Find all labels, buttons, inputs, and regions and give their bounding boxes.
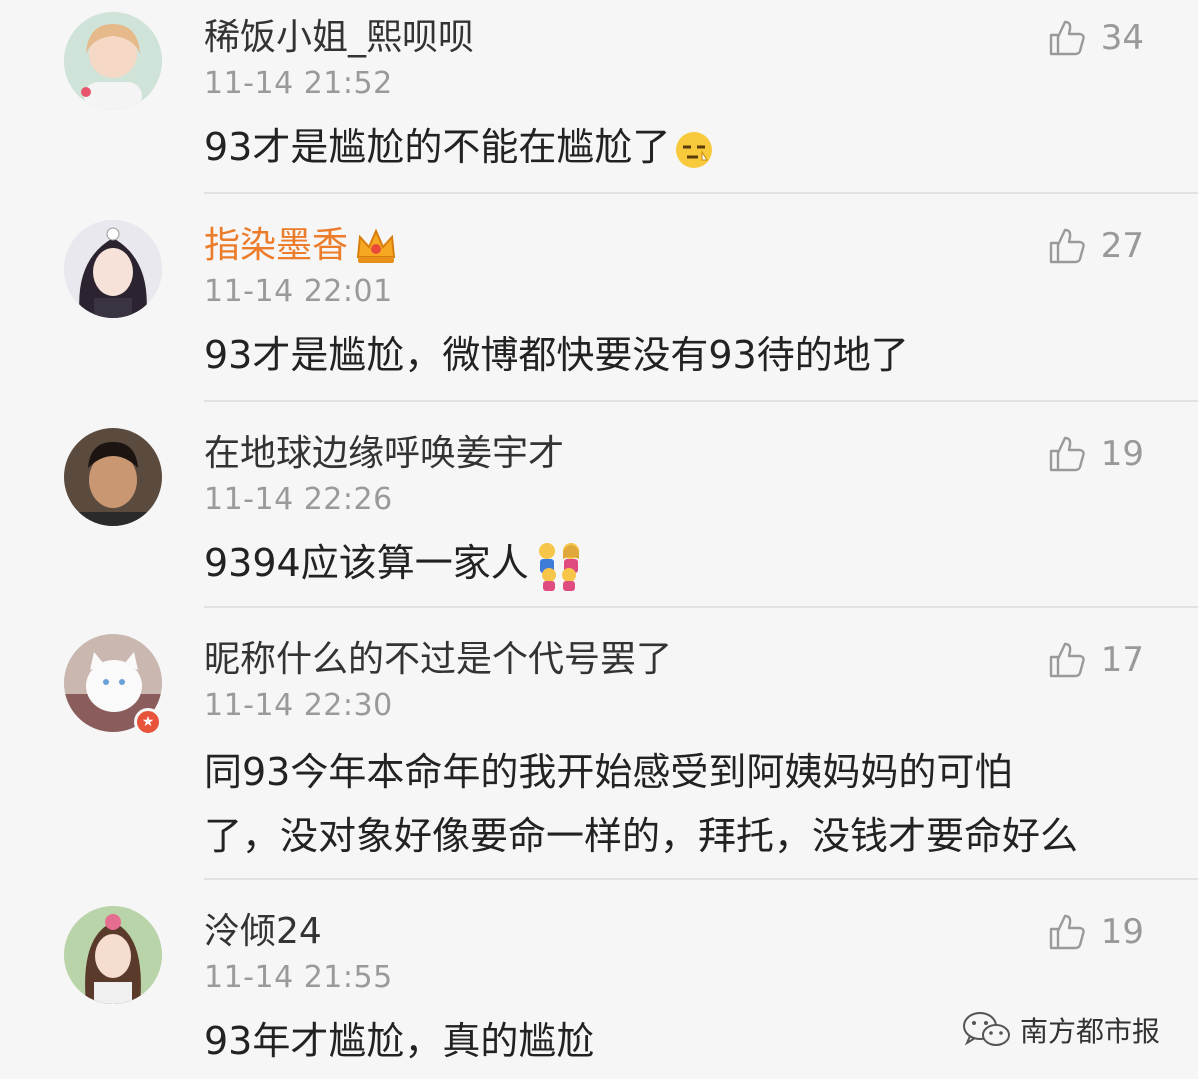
thumbs-up-icon [1049, 436, 1085, 472]
like-button[interactable]: 19 [1047, 434, 1144, 474]
username[interactable]: 在地球边缘呼唤姜宇才 [204, 432, 564, 476]
timestamp: 11-14 21:55 [204, 960, 393, 995]
timestamp: 11-14 21:52 [204, 66, 393, 101]
username[interactable]: 指染墨香 [204, 224, 398, 268]
comment-text: 93才是尴尬的不能在尴尬了 [204, 118, 1164, 176]
verified-badge-icon: ★ [134, 708, 162, 736]
like-button[interactable]: 17 [1047, 640, 1144, 680]
thumbs-up-icon [1049, 20, 1085, 56]
comment-text: 9394应该算一家人 [204, 534, 1164, 592]
avatar[interactable] [64, 428, 162, 526]
comment-text: 93才是尴尬，微博都快要没有93待的地了 [204, 326, 1164, 384]
thumbs-up-icon [1049, 228, 1085, 264]
like-button[interactable]: 27 [1047, 226, 1144, 266]
like-count: 19 [1100, 434, 1144, 474]
like-count: 17 [1100, 640, 1144, 680]
timestamp: 11-14 22:01 [204, 274, 393, 309]
comment-line: 93才是尴尬的不能在尴尬了 [204, 118, 1164, 176]
like-count: 27 [1100, 226, 1144, 266]
username[interactable]: 泠倾24 [204, 910, 322, 954]
watermark: 南方都市报 [962, 1010, 1160, 1050]
sleepy-face-emoji [676, 131, 713, 168]
comment-line: 93才是尴尬，微博都快要没有93待的地了 [204, 333, 909, 377]
like-button[interactable]: 19 [1047, 912, 1144, 952]
comment-line: 了，没对象好像要命一样的，拜托，没钱才要命好么 [204, 814, 1079, 858]
like-count: 19 [1100, 912, 1144, 952]
comment-line: 同93今年本命年的我开始感受到阿姨妈妈的可怕 [204, 750, 1013, 794]
comment-line: 9394应该算一家人 [204, 534, 1164, 592]
timestamp: 11-14 22:30 [204, 688, 393, 723]
family-emoji [538, 542, 579, 591]
thumbs-up-icon [1049, 642, 1085, 678]
crown-icon [356, 228, 396, 263]
wechat-icon [963, 1012, 1010, 1046]
divider [204, 878, 1198, 880]
username[interactable]: 昵称什么的不过是个代号罢了 [204, 638, 672, 682]
thumbs-up-icon [1049, 914, 1085, 950]
username[interactable]: 稀饭小姐_熙呗呗 [204, 16, 474, 60]
divider [204, 606, 1198, 608]
comment-text: 同93今年本命年的我开始感受到阿姨妈妈的可怕 了，没对象好像要命一样的，拜托，没… [204, 740, 1164, 868]
divider [204, 400, 1198, 402]
like-button[interactable]: 34 [1047, 18, 1144, 58]
avatar[interactable] [64, 906, 162, 1004]
avatar[interactable] [64, 12, 162, 110]
timestamp: 11-14 22:26 [204, 482, 393, 517]
avatar[interactable] [64, 220, 162, 318]
like-count: 34 [1100, 18, 1144, 58]
divider [204, 192, 1198, 194]
watermark-label: 南方都市报 [1020, 1015, 1161, 1048]
